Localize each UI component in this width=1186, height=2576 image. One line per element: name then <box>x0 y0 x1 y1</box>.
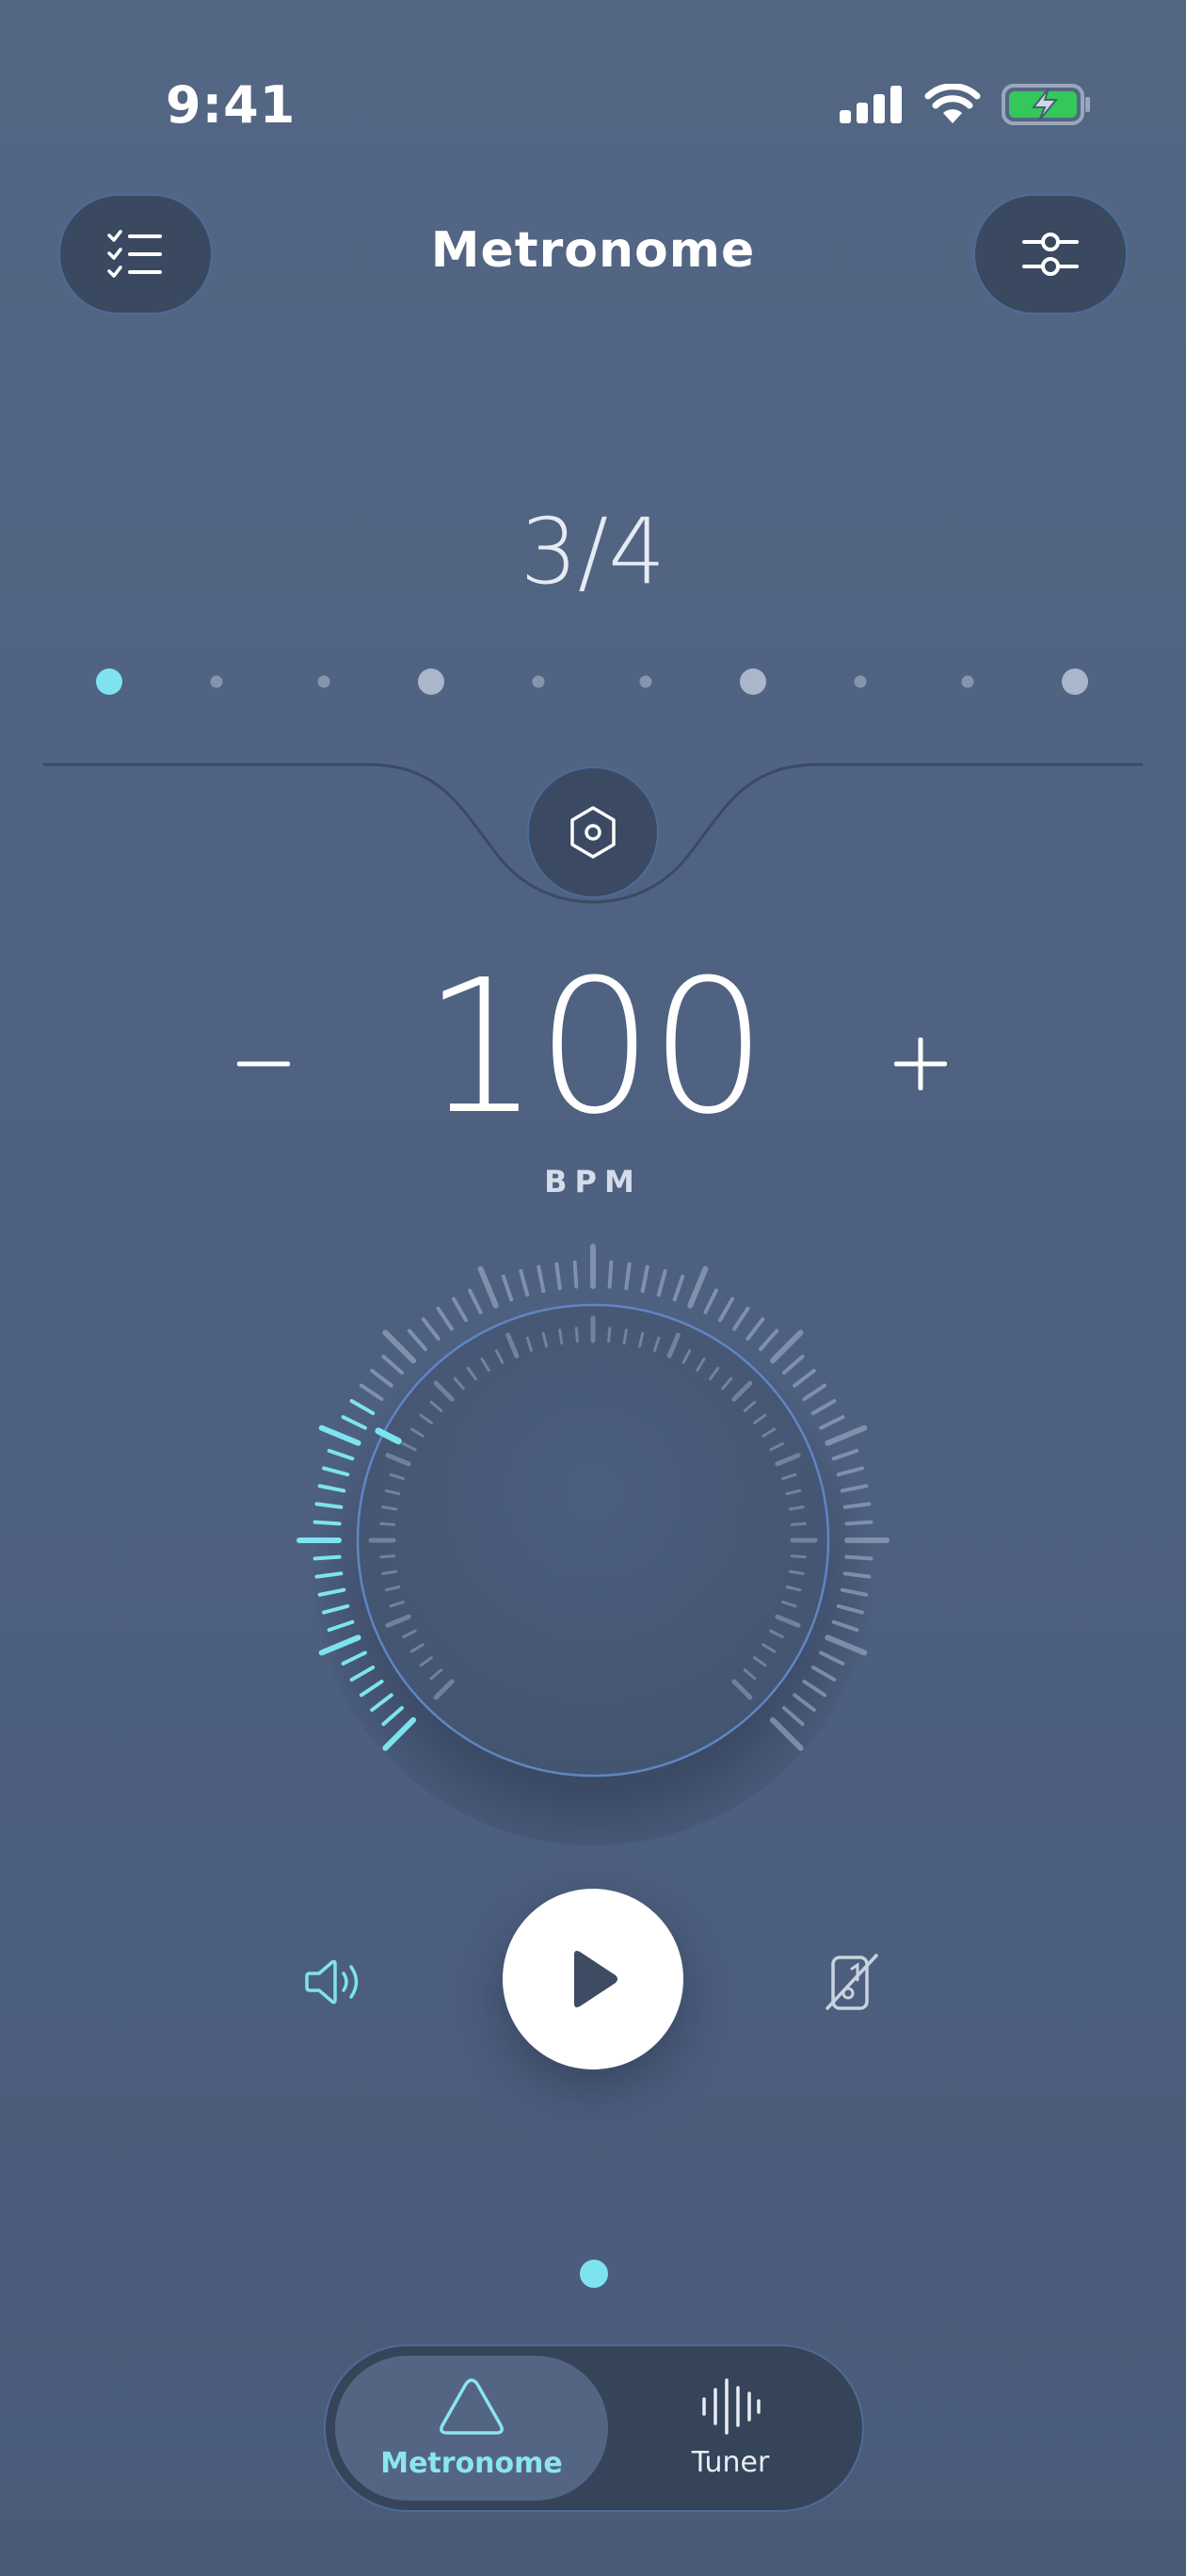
wifi-icon <box>924 84 981 123</box>
dial-tick <box>607 1260 614 1289</box>
speaker-icon <box>305 1959 359 2004</box>
increase-tempo-button[interactable] <box>883 1017 958 1111</box>
dial-inner-tick <box>379 1554 396 1559</box>
subdivision-dot <box>532 675 545 688</box>
tab-tuner[interactable]: Tuner <box>599 2356 862 2501</box>
dial-knob[interactable] <box>356 1303 830 1778</box>
dial-tick <box>844 1554 873 1561</box>
time-signature[interactable]: 3/4 <box>0 499 1186 604</box>
beat-dot-active <box>96 668 122 695</box>
play-button[interactable] <box>503 1889 683 2069</box>
dial-inner-tick <box>379 1521 396 1526</box>
play-icon <box>574 1951 617 2007</box>
beat-indicator-row <box>0 659 1186 706</box>
tempo-value[interactable]: 100 <box>311 956 875 1140</box>
waveform-icon <box>702 2377 761 2435</box>
subdivision-dot <box>639 675 652 688</box>
sliders-icon <box>1022 233 1079 276</box>
subdivision-dot <box>854 675 867 688</box>
subdivision-dot <box>210 675 223 688</box>
dial-tick-active <box>313 1554 342 1561</box>
tab-label: Metronome <box>380 2446 563 2480</box>
status-time: 9:41 <box>166 75 296 135</box>
dial-tick <box>477 1265 499 1309</box>
tempo-unit-label: BPM <box>544 1164 642 1199</box>
dial-inner-tick <box>790 1554 807 1559</box>
battery-charging-icon <box>1002 84 1090 125</box>
vibration-toggle-button[interactable] <box>809 1938 894 2026</box>
beat-dot <box>418 668 444 695</box>
page-indicator-dot <box>580 2260 608 2288</box>
dial-tick <box>844 1520 873 1526</box>
sound-button[interactable] <box>292 1940 377 2024</box>
hexagon-nut-icon <box>570 806 616 859</box>
minus-icon <box>237 1061 290 1067</box>
dial-tick-active <box>313 1520 342 1526</box>
vibration-off-icon <box>825 1954 878 2010</box>
triangle-metronome-icon <box>440 2377 504 2435</box>
dial-tick <box>687 1265 709 1309</box>
dial-inner-tick <box>574 1327 579 1344</box>
bottom-tab-bar: Metronome Tuner <box>324 2344 864 2512</box>
tab-metronome[interactable]: Metronome <box>335 2356 608 2501</box>
dial-inner-tick <box>607 1327 612 1344</box>
status-icons <box>838 83 1092 126</box>
dial-inner-tick <box>790 1521 807 1526</box>
beat-dot <box>740 668 766 695</box>
subdivision-dot <box>961 675 974 688</box>
accent-settings-button[interactable] <box>527 766 659 898</box>
decrease-tempo-button[interactable] <box>226 1017 301 1111</box>
settings-button[interactable] <box>973 194 1128 314</box>
beat-dot <box>1062 668 1088 695</box>
tempo-dial[interactable] <box>264 1215 922 1874</box>
subdivision-dot <box>317 675 330 688</box>
plus-icon <box>894 1038 947 1090</box>
dial-tick <box>382 1329 417 1364</box>
dial-tick <box>769 1329 804 1364</box>
dial-tick <box>572 1260 579 1289</box>
tab-label: Tuner <box>691 2445 770 2479</box>
cellular-signal-icon <box>840 86 902 123</box>
